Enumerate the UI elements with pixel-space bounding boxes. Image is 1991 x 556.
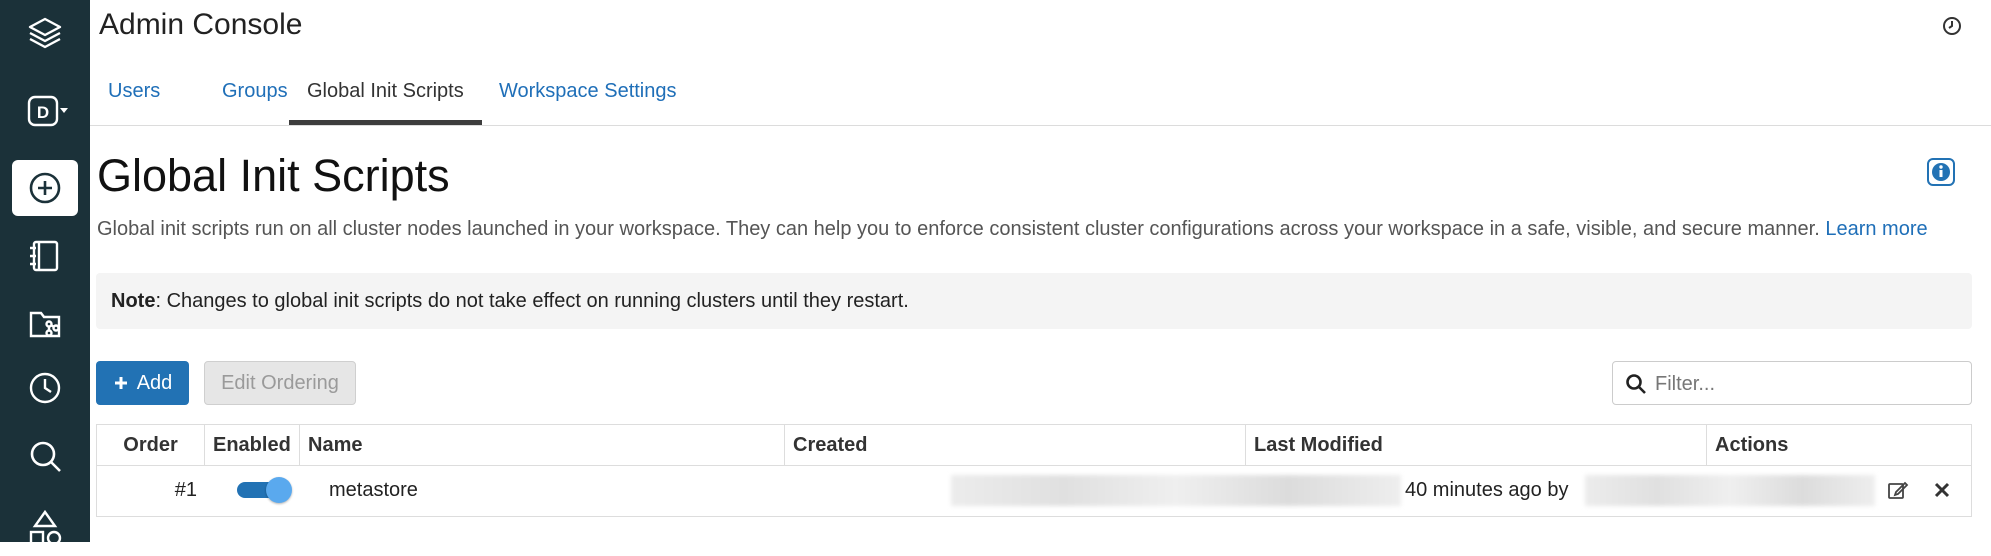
tab-workspace-settings[interactable]: Workspace Settings (481, 60, 695, 125)
note-label: Note (111, 290, 156, 312)
svg-text:D: D (37, 103, 49, 122)
scripts-table: Order Enabled Name Created Last Modified… (96, 424, 1972, 517)
enabled-toggle[interactable] (237, 477, 292, 503)
repos-icon[interactable] (12, 295, 78, 351)
history-icon[interactable] (1941, 15, 1963, 37)
history-clock-icon[interactable] (12, 360, 78, 416)
shapes-icon[interactable] (12, 500, 78, 556)
filter-input[interactable] (1653, 366, 1957, 402)
create-plus-icon[interactable] (12, 160, 78, 216)
page-title: Global Init Scripts (97, 150, 450, 201)
description-text: Global init scripts run on all cluster n… (97, 218, 1820, 240)
table-row[interactable]: #1 metastore 40 minutes ago by (97, 465, 1971, 516)
note-text: : Changes to global init scripts do not … (155, 290, 909, 312)
tab-global-init-scripts[interactable]: Global Init Scripts (289, 60, 482, 125)
add-button-label: Add (136, 371, 173, 394)
delete-icon[interactable] (1931, 479, 1953, 501)
sidebar: D (0, 0, 90, 546)
row-order: #1 (174, 479, 197, 501)
created-redacted (951, 475, 1401, 506)
workspace-d-icon[interactable]: D (12, 83, 78, 139)
layers-icon[interactable] (12, 6, 78, 62)
edit-ordering-button[interactable]: Edit Ordering (204, 361, 356, 405)
filter-box (1612, 361, 1972, 405)
column-actions: Actions (1715, 434, 1789, 456)
column-order[interactable]: Order (97, 425, 205, 465)
edit-icon[interactable] (1887, 479, 1909, 501)
search-icon (1626, 374, 1646, 394)
column-created[interactable]: Created (785, 425, 1246, 465)
tab-users[interactable]: Users (90, 60, 178, 125)
column-enabled[interactable]: Enabled (205, 425, 300, 465)
notebook-icon[interactable] (12, 228, 78, 284)
app-title: Admin Console (99, 8, 303, 41)
row-name: metastore (329, 479, 418, 501)
column-last-modified[interactable]: Last Modified (1246, 425, 1707, 465)
search-icon[interactable] (12, 428, 78, 484)
column-name[interactable]: Name (300, 425, 785, 465)
plus-icon (114, 377, 127, 389)
row-last-modified: 40 minutes ago by (1405, 479, 1569, 501)
main-content: Admin Console Users Groups Global Init S… (90, 0, 1991, 542)
tabs-bar: Users Groups Global Init Scripts Workspa… (90, 60, 1991, 126)
learn-more-link[interactable]: Learn more (1825, 218, 1927, 240)
modified-by-redacted (1585, 475, 1875, 506)
add-button[interactable]: Add (96, 361, 189, 405)
info-icon[interactable] (1926, 157, 1956, 187)
page-description: Global init scripts run on all cluster n… (97, 218, 1928, 241)
note-banner: Note: Changes to global init scripts do … (96, 273, 1972, 329)
table-header: Order Enabled Name Created Last Modified… (97, 425, 1971, 466)
